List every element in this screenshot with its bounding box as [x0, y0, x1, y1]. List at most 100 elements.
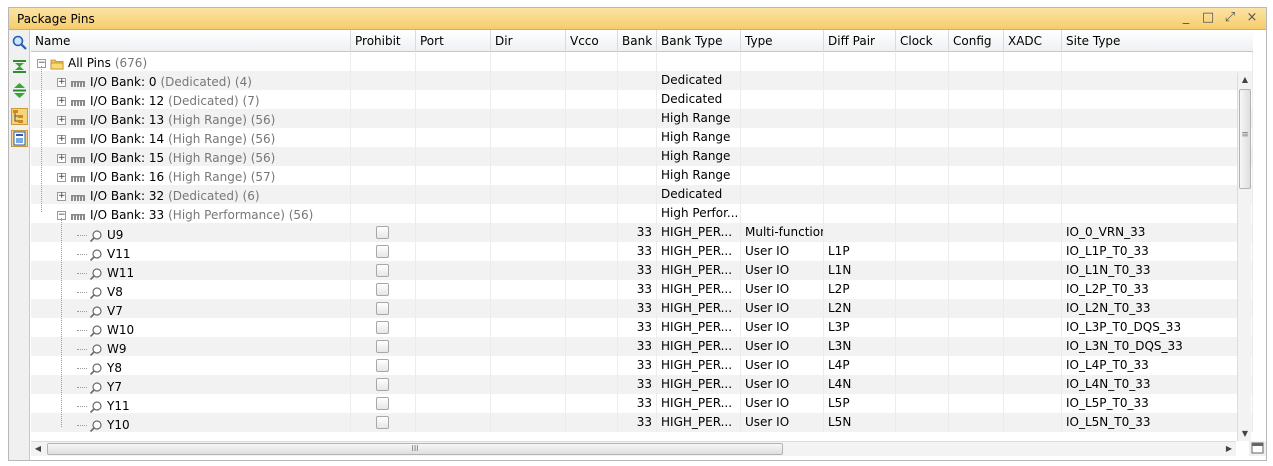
prohibit-checkbox[interactable] — [376, 264, 389, 277]
bank-row[interactable]: + I/O Bank: 16 (High Range) (57) High Range — [31, 166, 1253, 185]
col-clock[interactable]: Clock — [896, 30, 949, 52]
col-type[interactable]: Type — [741, 30, 824, 52]
diff-pair-cell — [824, 185, 896, 204]
diff-pair-cell: L2N — [824, 299, 896, 318]
clock-cell — [896, 128, 949, 147]
bank-row[interactable]: + I/O Bank: 15 (High Range) (56) High Range — [31, 147, 1253, 166]
clock-cell — [896, 52, 949, 71]
row-name: Y10 — [107, 418, 130, 432]
vertical-scrollbar[interactable]: ▲ ≡ ▼ — [1237, 73, 1251, 441]
prohibit-checkbox[interactable] — [376, 416, 389, 429]
all-pins-row[interactable]: − All Pins (676) — [31, 52, 1253, 71]
col-diff-pair[interactable]: Diff Pair — [824, 30, 896, 52]
bank-row[interactable]: + I/O Bank: 14 (High Range) (56) High Range — [31, 128, 1253, 147]
bank-row[interactable]: + I/O Bank: 0 (Dedicated) (4) Dedicated — [31, 71, 1253, 90]
scroll-up-button[interactable]: ▲ — [1238, 73, 1252, 87]
group-by-icon[interactable] — [11, 108, 28, 125]
pin-row[interactable]: Y10 33 HIGH_PER... User IO L5N IO_L5N_T0_33 — [31, 413, 1253, 432]
scroll-down-button[interactable]: ▼ — [1238, 427, 1252, 441]
expand-toggle[interactable]: + — [57, 154, 66, 163]
expand-toggle[interactable]: + — [57, 116, 66, 125]
type-cell — [741, 71, 824, 90]
bank-row[interactable]: − I/O Bank: 33 (High Performance) (56) High… — [31, 204, 1253, 223]
bank-cell: 33 — [618, 261, 657, 280]
vcco-cell — [566, 166, 618, 185]
config-cell — [949, 242, 1004, 261]
col-site-type[interactable]: Site Type — [1062, 30, 1253, 52]
type-cell: User IO — [741, 261, 824, 280]
name-cell: W9 — [31, 337, 351, 356]
prohibit-cell — [351, 223, 416, 242]
prohibit-checkbox[interactable] — [376, 226, 389, 239]
pin-row[interactable]: Y7 33 HIGH_PER... User IO L4N IO_L4N_T0_33 — [31, 375, 1253, 394]
col-vcco[interactable]: Vcco — [566, 30, 618, 52]
site-type-cell: IO_L3N_T0_DQS_33 — [1062, 337, 1253, 356]
pin-row[interactable]: V8 33 HIGH_PER... User IO L2P IO_L2P_T0_33 — [31, 280, 1253, 299]
export-icon[interactable] — [11, 130, 28, 147]
pin-row[interactable]: W11 33 HIGH_PER... User IO L1N IO_L1N_T0_33 — [31, 261, 1253, 280]
collapse-all-icon[interactable] — [11, 58, 28, 75]
row-name: W10 — [107, 323, 135, 337]
expand-toggle[interactable]: + — [57, 192, 66, 201]
expand-all-icon[interactable] — [11, 82, 28, 99]
pin-row[interactable]: V11 33 HIGH_PER... User IO L1P IO_L1P_T0_33 — [31, 242, 1253, 261]
expand-toggle[interactable]: + — [57, 78, 66, 87]
xadc-cell — [1004, 299, 1062, 318]
pin-row[interactable]: Y8 33 HIGH_PER... User IO L4P IO_L4P_T0_33 — [31, 356, 1253, 375]
vcco-cell — [566, 299, 618, 318]
bank-row[interactable]: + I/O Bank: 12 (Dedicated) (7) Dedicated — [31, 90, 1253, 109]
xadc-cell — [1004, 128, 1062, 147]
prohibit-checkbox[interactable] — [376, 245, 389, 258]
col-bank[interactable]: Bank — [618, 30, 657, 52]
prohibit-checkbox[interactable] — [376, 321, 389, 334]
diff-pair-cell — [824, 147, 896, 166]
clock-cell — [896, 166, 949, 185]
col-prohibit[interactable]: Prohibit — [351, 30, 416, 52]
col-bank-type[interactable]: Bank Type — [657, 30, 741, 52]
search-icon[interactable] — [11, 34, 28, 51]
pin-row[interactable]: W9 33 HIGH_PER... User IO L3N IO_L3N_T0_DQS_3… — [31, 337, 1253, 356]
scroll-left-button[interactable]: ◀ — [31, 442, 45, 456]
port-cell — [416, 280, 491, 299]
pin-row[interactable]: U9 33 HIGH_PER... Multi-function IO_0_VRN_33 — [31, 223, 1253, 242]
prohibit-checkbox[interactable] — [376, 283, 389, 296]
prohibit-checkbox[interactable] — [376, 302, 389, 315]
prohibit-checkbox[interactable] — [376, 397, 389, 410]
pin-row[interactable]: Y11 33 HIGH_PER... User IO L5P IO_L5P_T0_33 — [31, 394, 1253, 413]
minimize-button[interactable]: _ — [1178, 10, 1194, 26]
type-cell: User IO — [741, 375, 824, 394]
pin-row[interactable]: V7 33 HIGH_PER... User IO L2N IO_L2N_T0_33 — [31, 299, 1253, 318]
expand-toggle[interactable]: + — [57, 135, 66, 144]
expand-toggle[interactable]: + — [57, 173, 66, 182]
config-cell — [949, 280, 1004, 299]
pin-row[interactable]: W10 33 HIGH_PER... User IO L3P IO_L3P_T0_DQS_… — [31, 318, 1253, 337]
prohibit-checkbox[interactable] — [376, 378, 389, 391]
vcco-cell — [566, 128, 618, 147]
prohibit-cell — [351, 337, 416, 356]
vertical-scroll-thumb[interactable]: ≡ — [1239, 89, 1251, 189]
prohibit-checkbox[interactable] — [376, 340, 389, 353]
col-xadc[interactable]: XADC — [1004, 30, 1062, 52]
prohibit-cell — [351, 299, 416, 318]
float-button[interactable]: ⤢ — [1222, 10, 1238, 26]
horizontal-scrollbar[interactable]: ◀ III ▶ — [31, 441, 1236, 456]
col-port[interactable]: Port — [416, 30, 491, 52]
row-name: I/O Bank: 32 — [90, 189, 165, 203]
prohibit-cell — [351, 147, 416, 166]
horizontal-scroll-thumb[interactable]: III — [47, 443, 783, 455]
bank-cell: 33 — [618, 223, 657, 242]
col-name[interactable]: Name — [31, 30, 351, 52]
col-dir[interactable]: Dir — [491, 30, 566, 52]
expand-toggle[interactable]: + — [57, 97, 66, 106]
bank-row[interactable]: + I/O Bank: 32 (Dedicated) (6) Dedicated — [31, 185, 1253, 204]
bank-row[interactable]: + I/O Bank: 13 (High Range) (56) High Range — [31, 109, 1253, 128]
prohibit-checkbox[interactable] — [376, 359, 389, 372]
clock-cell — [896, 223, 949, 242]
pin-icon — [89, 362, 103, 376]
col-config[interactable]: Config — [949, 30, 1004, 52]
prohibit-cell — [351, 356, 416, 375]
port-cell — [416, 337, 491, 356]
maximize-button[interactable]: □ — [1200, 10, 1216, 26]
close-button[interactable]: × — [1244, 10, 1260, 26]
scroll-right-button[interactable]: ▶ — [1222, 442, 1236, 456]
